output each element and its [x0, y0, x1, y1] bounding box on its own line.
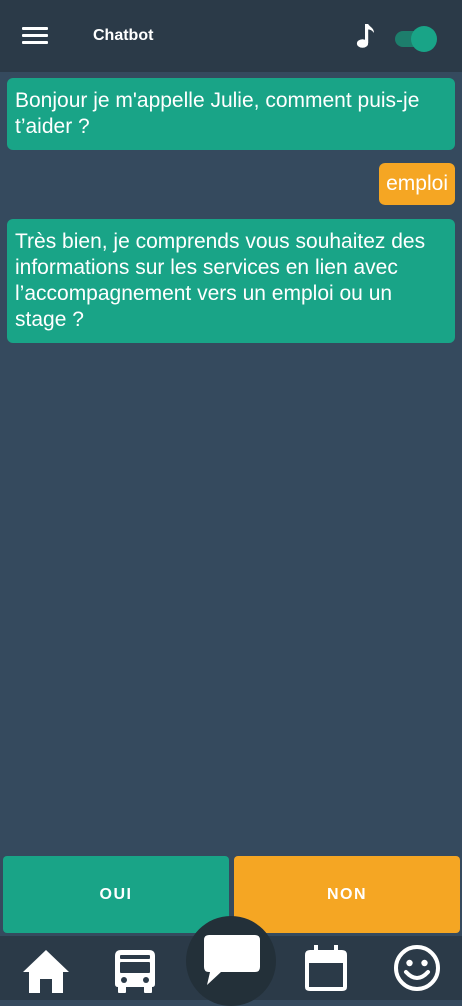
bus-icon[interactable]: [113, 948, 157, 994]
no-button[interactable]: NON: [234, 856, 460, 933]
calendar-icon[interactable]: [304, 944, 348, 992]
music-note-icon[interactable]: [354, 22, 376, 50]
bot-message: Très bien, je comprends vous souhaitez d…: [7, 219, 455, 343]
smiley-icon[interactable]: [393, 944, 441, 992]
chat-icon[interactable]: [203, 934, 261, 986]
chat-nav-highlight: [186, 916, 276, 1006]
sound-toggle[interactable]: [395, 26, 437, 52]
yes-button[interactable]: OUI: [3, 856, 229, 933]
app-header: Chatbot: [0, 0, 462, 72]
hamburger-menu-icon[interactable]: [22, 25, 48, 47]
toggle-knob: [411, 26, 437, 52]
chatbot-screen: Chatbot Bonjour je m'appelle Julie, comm…: [0, 0, 462, 1006]
bot-message: Bonjour je m'appelle Julie, comment puis…: [7, 78, 455, 150]
page-title: Chatbot: [93, 27, 154, 44]
user-message: emploi: [379, 163, 455, 205]
home-icon[interactable]: [21, 948, 71, 994]
